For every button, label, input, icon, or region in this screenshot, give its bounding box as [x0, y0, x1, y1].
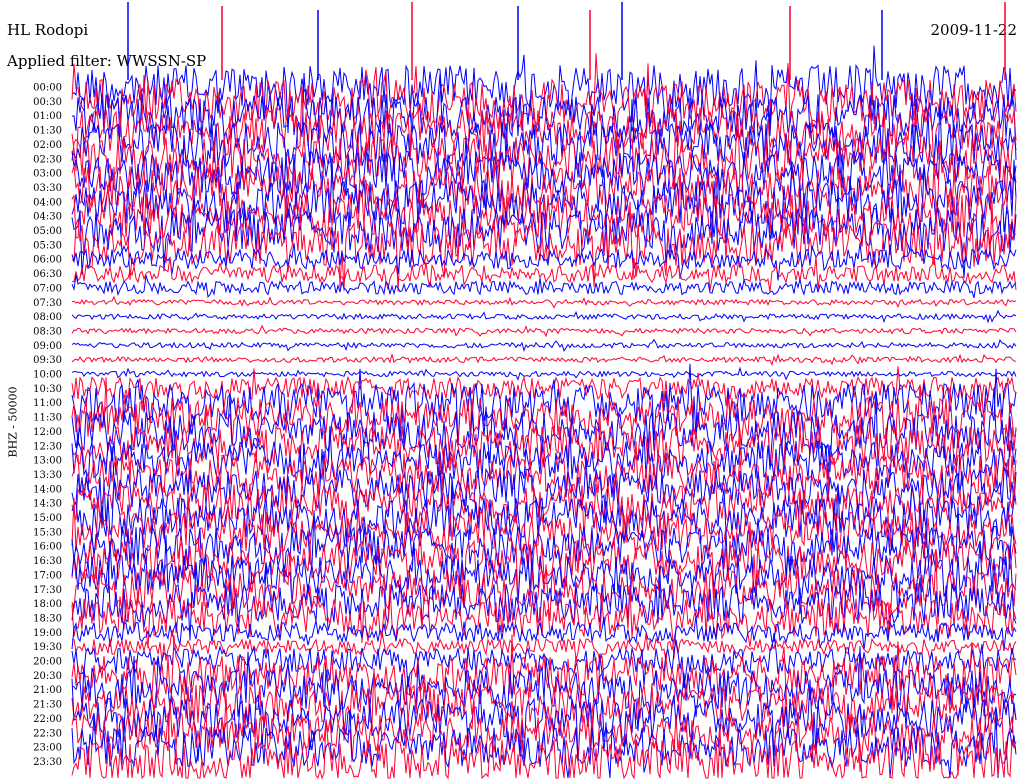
time-tick-label: 18:30 [33, 613, 62, 624]
time-tick-label: 22:30 [33, 728, 62, 739]
time-tick-label: 18:00 [33, 599, 62, 610]
time-tick-label: 21:30 [33, 700, 62, 711]
time-tick-label: 01:30 [33, 126, 62, 137]
time-tick-label: 23:00 [33, 743, 62, 754]
time-tick-label: 14:30 [33, 499, 62, 510]
time-tick-label: 07:00 [33, 283, 62, 294]
trace-row-0930 [71, 353, 1017, 367]
time-tick-label: 16:00 [33, 542, 62, 553]
time-tick-label: 20:30 [33, 671, 62, 682]
time-tick-label: 17:30 [33, 585, 62, 596]
trace-row-0730 [71, 295, 1017, 309]
time-tick-label: 23:30 [33, 757, 62, 768]
time-tick-label: 19:00 [33, 628, 62, 639]
time-tick-label: 20:00 [33, 657, 62, 668]
time-tick-label: 10:00 [33, 370, 62, 381]
trace-row-1900 [71, 615, 1017, 652]
time-tick-label: 09:00 [33, 341, 62, 352]
time-tick-label: 03:30 [33, 183, 62, 194]
time-tick-label: 14:00 [33, 484, 62, 495]
time-tick-label: 12:30 [33, 441, 62, 452]
helicorder-plot: 00:00 00:30 01:00 01:30 02:00 02:30 03:00 03:30… [33, 2, 1017, 780]
trace-row-0700 [71, 274, 1017, 299]
trace-row-0900 [71, 338, 1017, 353]
time-tick-label: 00:00 [33, 83, 62, 94]
time-tick-label: 03:00 [33, 169, 62, 180]
trace-row-1000 [71, 366, 1017, 381]
time-tick-label: 15:00 [33, 513, 62, 524]
time-tick-label: 02:30 [33, 154, 62, 165]
time-tick-label: 06:00 [33, 255, 62, 266]
time-tick-label: 13:30 [33, 470, 62, 481]
time-tick-label: 13:00 [33, 456, 62, 467]
time-tick-label: 02:00 [33, 140, 62, 151]
time-tick-label: 04:00 [33, 197, 62, 208]
time-tick-label: 05:00 [33, 226, 62, 237]
time-tick-label: 19:30 [33, 642, 62, 653]
time-tick-label: 21:00 [33, 685, 62, 696]
time-tick-label: 08:00 [33, 312, 62, 323]
time-tick-label: 00:30 [33, 97, 62, 108]
time-tick-label: 16:30 [33, 556, 62, 567]
time-tick-label: 05:30 [33, 240, 62, 251]
time-tick-label: 15:30 [33, 527, 62, 538]
time-tick-label: 04:30 [33, 212, 62, 223]
trace-row-0830 [71, 324, 1017, 338]
time-tick-label: 07:30 [33, 298, 62, 309]
time-tick-label: 08:30 [33, 326, 62, 337]
time-tick-label: 22:00 [33, 714, 62, 725]
time-tick-label: 06:30 [33, 269, 62, 280]
time-tick-label: 11:00 [33, 398, 62, 409]
time-tick-label: 01:00 [33, 111, 62, 122]
time-tick-label: 09:30 [33, 355, 62, 366]
time-tick-label: 10:30 [33, 384, 62, 395]
time-tick-label: 17:00 [33, 570, 62, 581]
time-tick-label: 12:00 [33, 427, 62, 438]
trace-row-0800 [71, 309, 1017, 324]
time-tick-label: 11:30 [33, 413, 62, 424]
